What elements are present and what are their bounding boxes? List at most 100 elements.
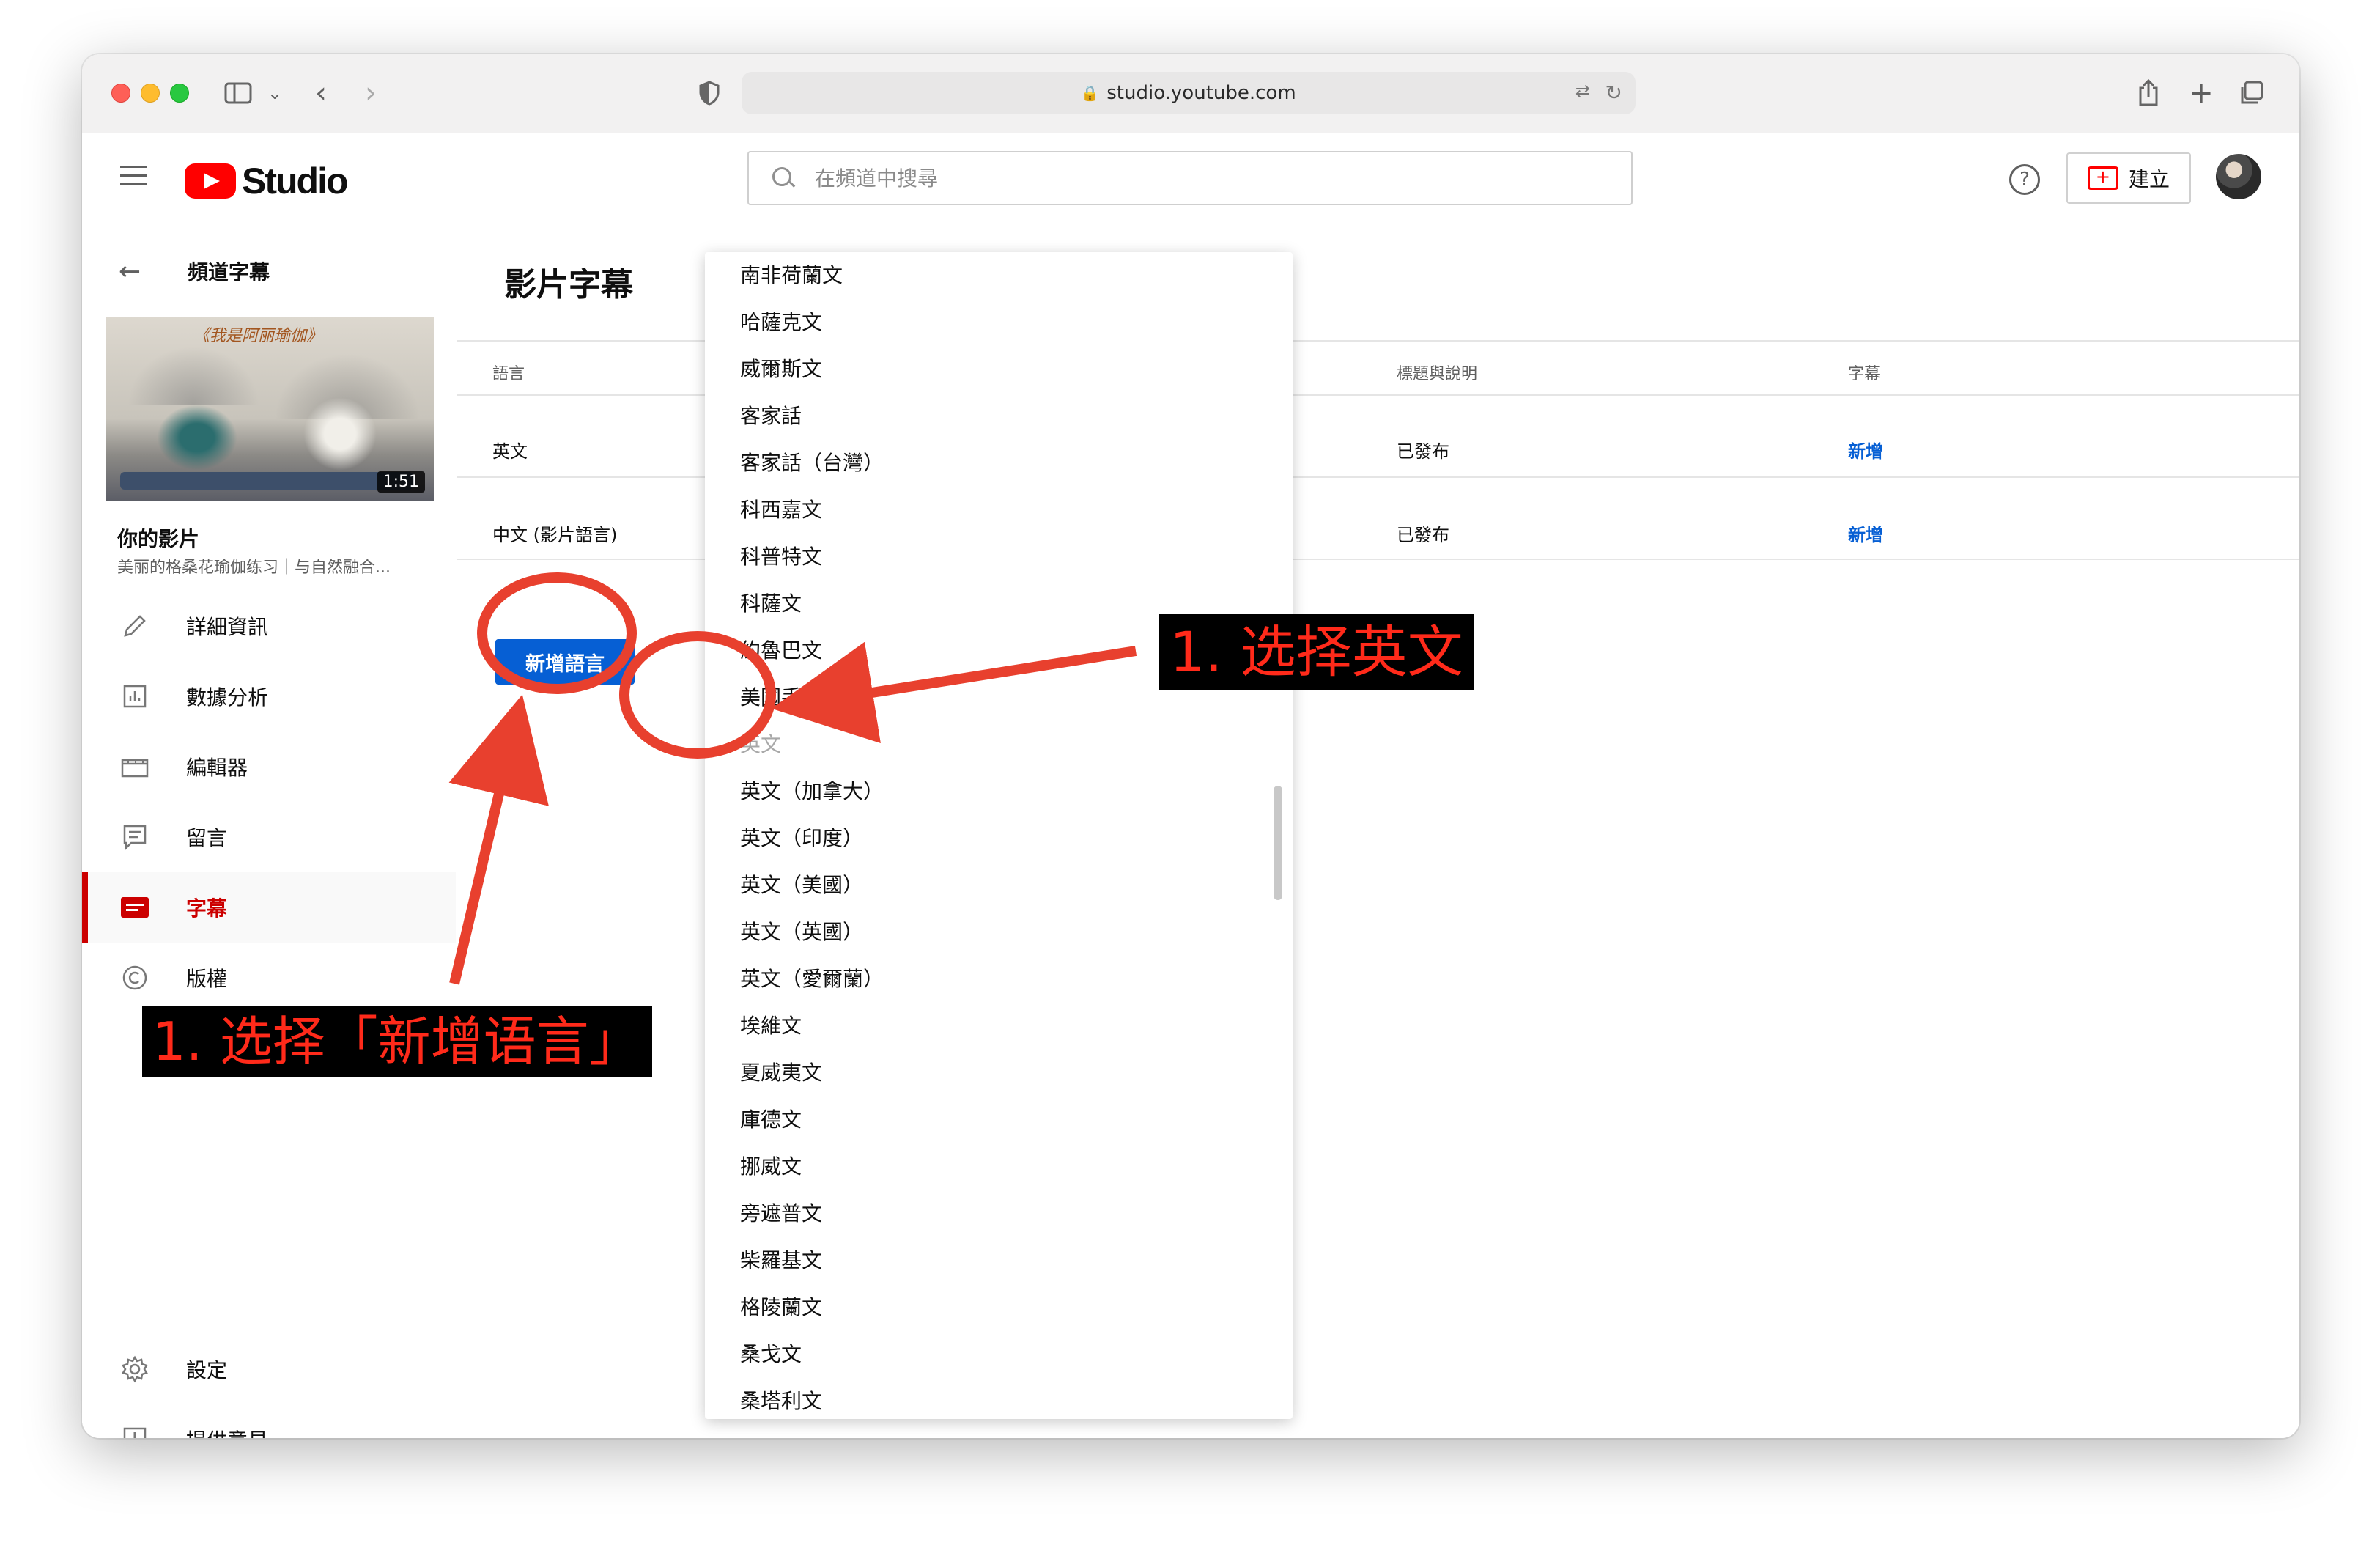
subtitles-icon bbox=[119, 891, 151, 924]
language-option[interactable]: 客家話 bbox=[705, 393, 1293, 440]
language-option[interactable]: 庫德文 bbox=[705, 1096, 1293, 1143]
language-option[interactable]: 南非荷蘭文 bbox=[705, 252, 1293, 299]
reload-icon[interactable]: ↻ bbox=[1605, 81, 1622, 105]
create-button[interactable]: + 建立 bbox=[2066, 152, 2191, 204]
sidebar-item-label: 版權 bbox=[186, 967, 228, 991]
studio-header: Studio ? + 建立 bbox=[82, 133, 2299, 226]
language-option[interactable]: 科西嘉文 bbox=[705, 487, 1293, 534]
sidebar-item-copyright[interactable]: 版權 bbox=[82, 943, 456, 1013]
sidebar-item-label: 數據分析 bbox=[186, 685, 269, 710]
menu-icon[interactable] bbox=[120, 166, 147, 186]
create-label: 建立 bbox=[2128, 167, 2170, 191]
sidebar-item-label: 提供意見 bbox=[186, 1425, 268, 1438]
sidebar-title: 頻道字幕 bbox=[188, 260, 270, 284]
annotation-select-add-language: 1. 选择「新增语言」 bbox=[142, 1006, 652, 1077]
sidebar-item-editor[interactable]: 編輯器 bbox=[82, 731, 456, 802]
your-video-label: 你的影片 bbox=[117, 527, 200, 551]
sidebar-item-label: 設定 bbox=[186, 1358, 228, 1382]
video-camera-icon: + bbox=[2087, 166, 2118, 190]
column-header-language: 語言 bbox=[492, 365, 525, 383]
close-window-button[interactable] bbox=[111, 84, 130, 103]
analytics-icon bbox=[119, 680, 151, 712]
sidebar-item-subtitles[interactable]: 字幕 bbox=[82, 872, 456, 943]
search-input[interactable] bbox=[813, 165, 1476, 191]
video-thumbnail[interactable]: 《我是阿丽瑜伽》 1:51 bbox=[106, 317, 434, 501]
add-subtitles-link[interactable]: 新增 bbox=[1848, 437, 1883, 462]
forward-arrow-icon[interactable]: › bbox=[356, 73, 385, 113]
language-option[interactable]: 英文（英國） bbox=[705, 909, 1293, 956]
lock-icon: 🔒 bbox=[1081, 84, 1100, 102]
back-arrow-icon[interactable]: ‹ bbox=[306, 73, 336, 113]
language-option[interactable]: 科普特文 bbox=[705, 534, 1293, 580]
sidebar-item-feedback[interactable]: 提供意見 bbox=[82, 1404, 456, 1438]
sidebar-toggle-icon[interactable] bbox=[220, 73, 256, 113]
minimize-window-button[interactable] bbox=[141, 84, 160, 103]
language-option[interactable]: 格陵蘭文 bbox=[705, 1284, 1293, 1331]
chevron-down-icon[interactable]: ⌄ bbox=[264, 73, 286, 113]
video-duration: 1:51 bbox=[377, 471, 425, 493]
language-option[interactable]: 桑塔利文 bbox=[705, 1378, 1293, 1419]
tab-overview-icon[interactable] bbox=[2236, 73, 2266, 113]
sidebar-item-label: 留言 bbox=[186, 826, 228, 850]
address-bar[interactable]: 🔒 studio.youtube.com ⇄ ↻ bbox=[742, 72, 1636, 114]
thumbnail-caption: 《我是阿丽瑜伽》 bbox=[193, 327, 323, 345]
language-option[interactable]: 英文（愛爾蘭） bbox=[705, 956, 1293, 1003]
annotation-select-english: 1. 选择英文 bbox=[1159, 614, 1474, 690]
logo-text: Studio bbox=[242, 161, 349, 202]
gear-icon bbox=[119, 1353, 151, 1385]
zoom-window-button[interactable] bbox=[170, 84, 189, 103]
language-option[interactable]: 挪威文 bbox=[705, 1143, 1293, 1190]
feedback-icon bbox=[119, 1423, 151, 1438]
row-title-status: 已發布 bbox=[1397, 441, 1449, 462]
language-option[interactable]: 客家話（台灣） bbox=[705, 440, 1293, 487]
language-option[interactable]: 旁遮普文 bbox=[705, 1190, 1293, 1237]
url-text: studio.youtube.com bbox=[1106, 82, 1296, 104]
add-language-button[interactable]: 新增語言 bbox=[495, 639, 635, 685]
page-title: 影片字幕 bbox=[504, 266, 633, 303]
language-option-english: 英文 bbox=[740, 732, 782, 756]
translate-icon[interactable]: ⇄ bbox=[1575, 81, 1590, 101]
row-language: 中文 (影片語言) bbox=[492, 525, 618, 545]
column-header-subtitles: 字幕 bbox=[1848, 365, 1881, 383]
sidebar-item-label: 編輯器 bbox=[186, 756, 248, 780]
row-language: 英文 bbox=[492, 441, 528, 462]
language-option[interactable]: 哈薩克文 bbox=[705, 299, 1293, 346]
browser-toolbar: ⌄ ‹ › 🔒 studio.youtube.com ⇄ ↻ + bbox=[82, 54, 2299, 135]
language-option[interactable]: 英文（美國） bbox=[705, 862, 1293, 909]
new-tab-icon[interactable]: + bbox=[2187, 73, 2216, 113]
column-header-title-desc: 標題與說明 bbox=[1397, 365, 1478, 383]
search-icon bbox=[772, 167, 794, 189]
comments-icon bbox=[119, 821, 151, 853]
privacy-shield-icon[interactable] bbox=[695, 73, 724, 113]
sidebar-item-analytics[interactable]: 數據分析 bbox=[82, 661, 456, 731]
language-dropdown[interactable]: 南非荷蘭文 哈薩克文 威爾斯文 客家話 客家話（台灣） 科西嘉文 科普特文 科薩… bbox=[705, 252, 1293, 1419]
add-subtitles-link[interactable]: 新增 bbox=[1848, 520, 1883, 546]
language-option[interactable]: 桑戈文 bbox=[705, 1331, 1293, 1378]
youtube-play-icon bbox=[185, 163, 236, 199]
video-title: 美丽的格桑花瑜伽练习｜与自然融合... bbox=[117, 559, 391, 577]
sidebar: ← 頻道字幕 《我是阿丽瑜伽》 1:51 你的影片 美丽的格桑花瑜伽练习｜与自然… bbox=[82, 224, 459, 1438]
pencil-icon bbox=[119, 610, 151, 642]
sidebar-item-settings[interactable]: 設定 bbox=[82, 1334, 456, 1404]
language-option[interactable]: 英文（加拿大） bbox=[705, 768, 1293, 815]
editor-icon bbox=[119, 751, 151, 783]
help-icon[interactable]: ? bbox=[2009, 164, 2040, 195]
browser-window: ⌄ ‹ › 🔒 studio.youtube.com ⇄ ↻ + Studio bbox=[82, 54, 2299, 1438]
language-option[interactable]: 夏威夷文 bbox=[705, 1050, 1293, 1096]
language-option[interactable]: 威爾斯文 bbox=[705, 346, 1293, 393]
sidebar-item-details[interactable]: 詳細資訊 bbox=[82, 591, 456, 661]
language-list: 南非荷蘭文 哈薩克文 威爾斯文 客家話 客家話（台灣） 科西嘉文 科普特文 科薩… bbox=[705, 252, 1293, 1419]
language-option[interactable]: 柴羅基文 bbox=[705, 1237, 1293, 1284]
avatar[interactable] bbox=[2216, 154, 2261, 199]
channel-search-box[interactable] bbox=[747, 151, 1633, 205]
dropdown-scrollbar[interactable] bbox=[1274, 786, 1282, 900]
sidebar-item-comments[interactable]: 留言 bbox=[82, 802, 456, 872]
youtube-studio-logo[interactable]: Studio bbox=[185, 160, 349, 202]
language-option[interactable]: 英文（印度） bbox=[705, 815, 1293, 862]
language-option[interactable]: 埃維文 bbox=[705, 1003, 1293, 1050]
share-icon[interactable] bbox=[2134, 73, 2163, 113]
back-arrow-icon[interactable]: ← bbox=[119, 257, 141, 287]
sidebar-item-label: 詳細資訊 bbox=[186, 615, 269, 639]
sidebar-item-label: 字幕 bbox=[186, 896, 228, 921]
row-title-status: 已發布 bbox=[1397, 525, 1449, 545]
